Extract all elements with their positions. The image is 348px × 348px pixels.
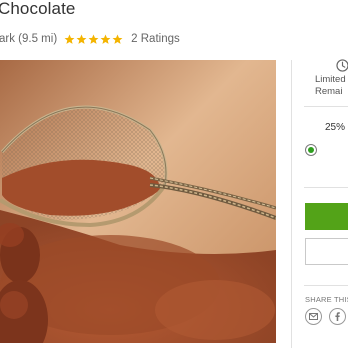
limited-line-1: Limited [315,74,346,85]
star-icon [76,34,87,44]
deal-subline: ark (9.5 mi) 2 Ratings [0,31,180,47]
facebook-icon[interactable] [329,308,346,325]
envelope-icon[interactable] [305,308,322,325]
limited-line-2: Remai [315,86,343,97]
column-divider [291,60,292,348]
gift-button[interactable] [305,238,348,265]
option-radio[interactable] [305,144,317,156]
star-icon [112,34,123,44]
divider [304,106,348,107]
divider [304,285,348,286]
divider [304,187,348,188]
star-icon [100,34,111,44]
limited-text: Limited Remai [312,74,348,98]
star-icon [88,34,99,44]
deal-photo[interactable] [0,60,276,343]
cocoa-sieve-image [0,60,276,343]
deal-location: ark (9.5 mi) [0,33,58,45]
buy-button[interactable] [305,203,348,230]
share-label: SHARE THIS [305,295,348,304]
deal-title: Chocolate [0,0,76,18]
ratings-count-link[interactable]: 2 Ratings [131,33,180,45]
limited-availability: Limited Remai [312,59,348,98]
rating-stars [64,34,124,45]
discount-percent: 25% [325,122,346,133]
star-icon [64,34,75,44]
clock-icon [335,59,348,72]
